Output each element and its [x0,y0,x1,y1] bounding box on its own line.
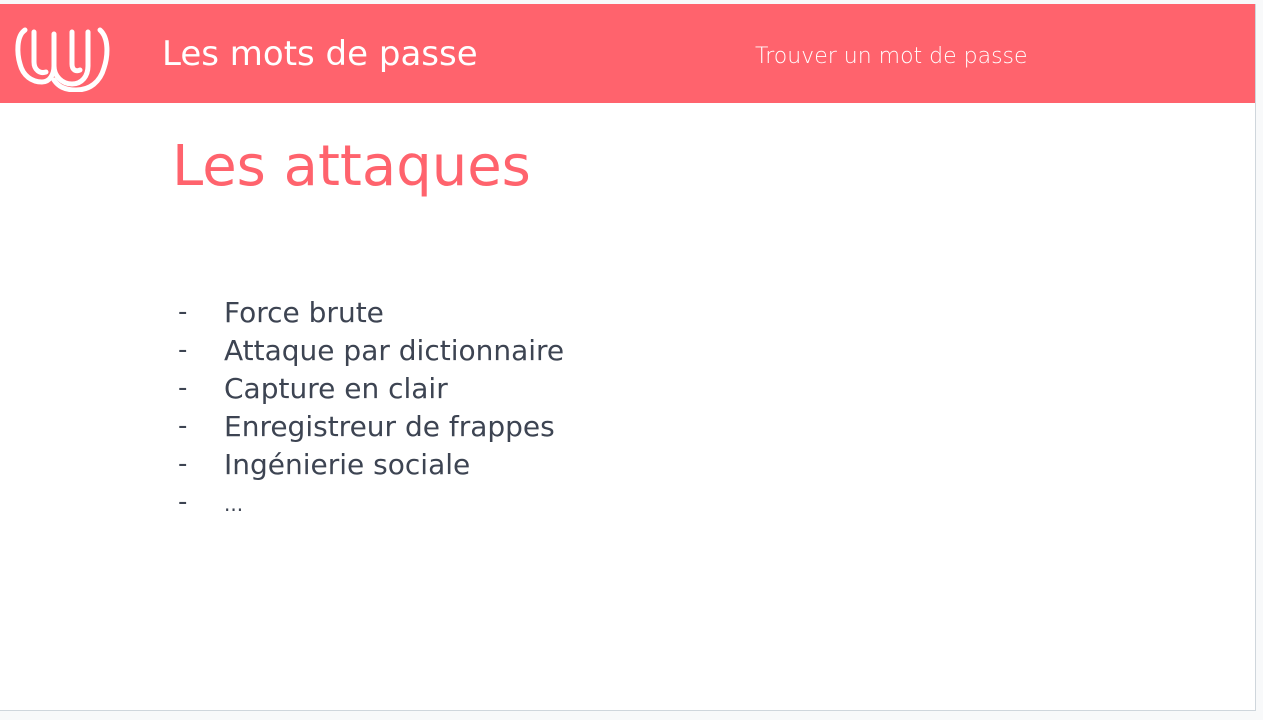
list-item: - Capture en clair [178,369,564,407]
nav-link-find-password[interactable]: Trouver un mot de passe [755,42,1028,72]
bullet-dash: - [178,297,188,327]
list-item-text: Attaque par dictionnaire [224,333,565,367]
page-title: Les attaques [172,134,531,199]
attack-list: - Force brute - Attaque par dictionnaire… [178,293,564,521]
list-item-text: Ingénierie sociale [224,447,471,481]
list-item-text: Enregistreur de frappes [224,409,555,443]
list-item-text: Force brute [224,295,384,329]
list-item: - Attaque par dictionnaire [178,331,564,369]
list-item-text: ... [224,492,244,516]
bullet-dash: - [178,411,188,441]
site-title: Les mots de passe [162,34,478,74]
slide: Les mots de passe Trouver un mot de pass… [0,4,1256,711]
bullet-dash: - [178,449,188,479]
bullet-dash: - [178,335,188,365]
list-item: - ... [178,483,564,521]
header-bar: Les mots de passe Trouver un mot de pass… [0,4,1255,103]
list-item-text: Capture en clair [224,371,448,405]
bullet-dash: - [178,487,188,517]
list-item: - Enregistreur de frappes [178,407,564,445]
wavy-lines-logo-icon [15,27,110,92]
bullet-dash: - [178,373,188,403]
list-item: - Force brute [178,293,564,331]
list-item: - Ingénierie sociale [178,445,564,483]
